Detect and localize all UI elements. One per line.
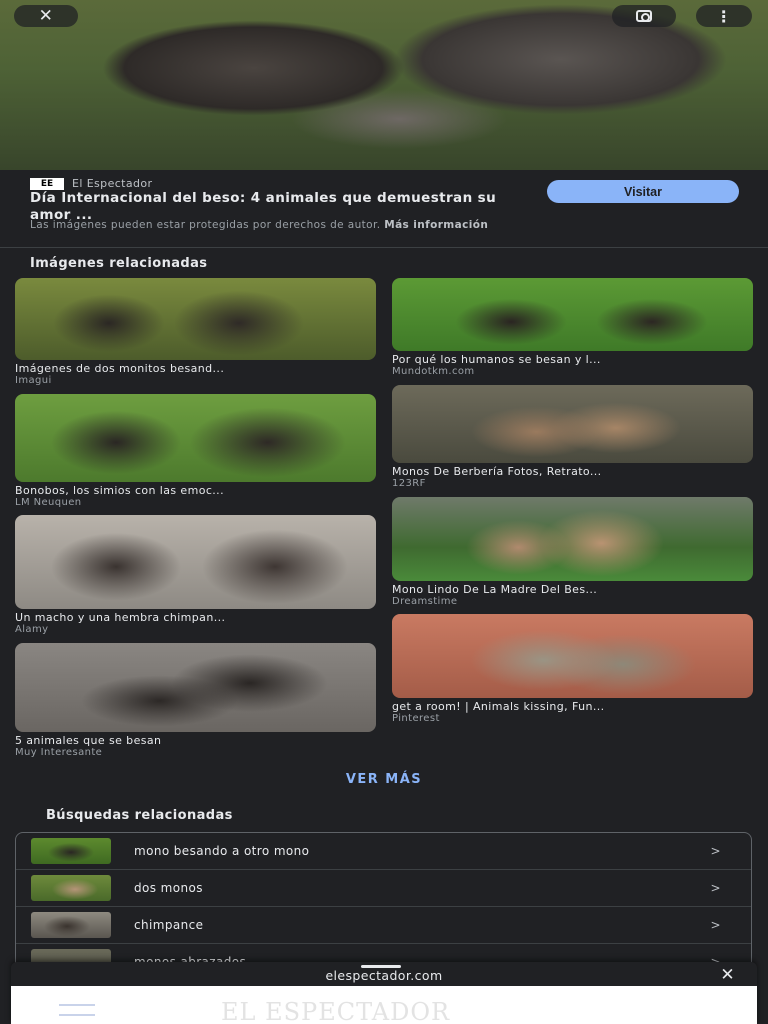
image-source: Mundotkm.com	[392, 366, 475, 377]
related-image[interactable]	[392, 278, 753, 351]
related-search-item[interactable]: mono besando a otro mono >	[16, 833, 751, 870]
related-search-item[interactable]: chimpance >	[16, 907, 751, 944]
close-icon[interactable]: ✕	[720, 965, 735, 985]
image-source: Imagui	[15, 375, 52, 386]
chevron-right-icon: >	[710, 881, 721, 895]
more-options-button[interactable]: ⋮	[696, 5, 752, 27]
chevron-right-icon: >	[710, 918, 721, 932]
hero-image[interactable]: ✕ ⋮	[0, 0, 768, 170]
related-image-card[interactable]: Imágenes de dos monitos besand... Imagui	[15, 278, 376, 386]
image-caption: Por qué los humanos se besan y l...	[392, 354, 601, 366]
image-caption: Monos De Berbería Fotos, Retrato...	[392, 466, 602, 478]
google-lens-button[interactable]	[612, 5, 676, 27]
image-caption: 5 animales que se besan	[15, 735, 162, 747]
related-search-label: mono besando a otro mono	[134, 844, 310, 858]
chevron-right-icon: >	[710, 844, 721, 858]
related-image-card[interactable]: 5 animales que se besan Muy Interesante	[15, 643, 376, 758]
image-caption: Mono Lindo De La Madre Del Bes...	[392, 584, 598, 596]
image-source: Dreamstime	[392, 596, 458, 607]
related-image-card[interactable]: Bonobos, los simios con las emoc... LM N…	[15, 394, 376, 508]
google-lens-icon	[636, 10, 652, 22]
copyright-notice: Las imágenes pueden estar protegidas por…	[30, 220, 740, 231]
image-caption: Imágenes de dos monitos besand...	[15, 363, 225, 375]
search-thumbnail	[31, 875, 111, 901]
image-source: Alamy	[15, 624, 49, 635]
source-logo: EE	[30, 178, 64, 190]
related-image-card[interactable]: Monos De Berbería Fotos, Retrato... 123R…	[392, 385, 753, 489]
related-search-item[interactable]: dos monos >	[16, 870, 751, 907]
related-image[interactable]	[15, 278, 376, 360]
website-logo: EL ESPECTADOR	[221, 998, 451, 1024]
search-thumbnail	[31, 838, 111, 864]
source-name[interactable]: El Espectador	[72, 177, 152, 190]
related-image[interactable]	[392, 614, 753, 698]
image-source: 123RF	[392, 478, 426, 489]
search-thumbnail	[31, 912, 111, 938]
related-image[interactable]	[15, 643, 376, 732]
preview-domain: elespectador.com	[325, 968, 443, 983]
related-image[interactable]	[15, 515, 376, 609]
close-button[interactable]: ✕	[14, 5, 78, 27]
image-source: LM Neuquen	[15, 497, 82, 508]
more-vert-icon: ⋮	[715, 6, 733, 26]
more-info-link[interactable]: Más información	[384, 219, 488, 231]
image-caption: get a room! | Animals kissing, Fun...	[392, 701, 605, 713]
related-image[interactable]	[15, 394, 376, 482]
image-source: Muy Interesante	[15, 747, 103, 758]
visit-button[interactable]: Visitar	[547, 180, 739, 203]
related-searches-list: mono besando a otro mono > dos monos > c…	[15, 832, 752, 972]
image-source: Pinterest	[392, 713, 440, 724]
related-image[interactable]	[392, 497, 753, 581]
related-search-label: chimpance	[134, 918, 204, 932]
related-image[interactable]	[392, 385, 753, 463]
close-icon: ✕	[38, 6, 54, 26]
copyright-text: Las imágenes pueden estar protegidas por…	[30, 219, 381, 231]
related-image-card[interactable]: get a room! | Animals kissing, Fun... Pi…	[392, 614, 753, 724]
related-search-label: dos monos	[134, 881, 203, 895]
related-searches-heading: Búsquedas relacionadas	[46, 808, 233, 823]
related-images-heading: Imágenes relacionadas	[30, 256, 208, 271]
website-preview[interactable]: EL ESPECTADOR	[11, 986, 757, 1024]
website-preview-sheet[interactable]: elespectador.com ✕ EL ESPECTADOR	[11, 962, 757, 1024]
related-image-card[interactable]: Mono Lindo De La Madre Del Bes... Dreams…	[392, 497, 753, 607]
related-image-card[interactable]: Un macho y una hembra chimpan... Alamy	[15, 515, 376, 635]
related-image-card[interactable]: Por qué los humanos se besan y l... Mund…	[392, 278, 753, 377]
image-caption: Bonobos, los simios con las emoc...	[15, 485, 224, 497]
see-more-button[interactable]: VER MÁS	[0, 772, 768, 787]
menu-icon[interactable]	[59, 1004, 95, 1016]
image-caption: Un macho y una hembra chimpan...	[15, 612, 226, 624]
